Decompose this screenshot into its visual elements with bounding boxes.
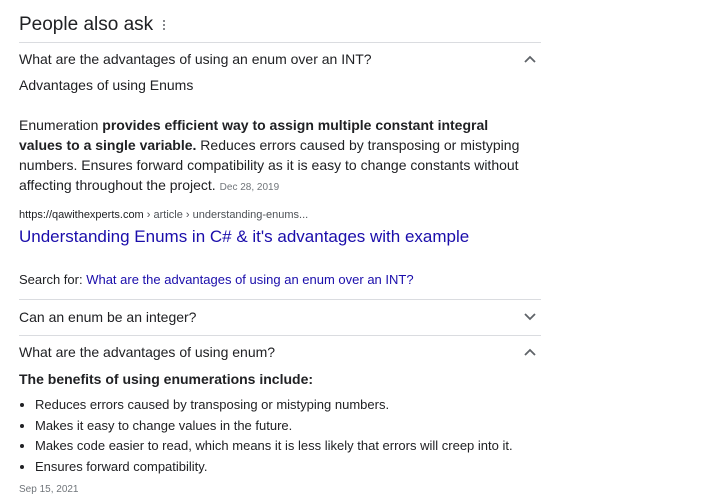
search-for: Search for: What are the advantages of u… <box>19 272 414 287</box>
divider <box>19 299 541 300</box>
answer-heading: Advantages of using Enums <box>19 77 194 93</box>
question-text: What are the advantages of using an enum… <box>19 51 372 67</box>
list-item: Reduces errors caused by transposing or … <box>35 395 540 416</box>
source-domain: https://qawithexperts.com <box>19 209 144 221</box>
result-title-link[interactable]: Understanding Enums in C# & it's advanta… <box>19 227 469 247</box>
question-row-1[interactable]: What are the advantages of using an enum… <box>19 47 541 71</box>
more-vert-icon[interactable] <box>163 20 166 30</box>
section-title: People also ask <box>19 14 154 35</box>
answer-lead: Enumeration <box>19 117 103 133</box>
divider <box>19 42 541 43</box>
source-citation: https://qawithexperts.com › article › un… <box>19 209 308 221</box>
list-item: Makes code easier to read, which means i… <box>35 436 540 457</box>
list-item: Makes it easy to change values in the fu… <box>35 416 540 437</box>
question-text: Can an enum be an integer? <box>19 309 197 325</box>
question-text: What are the advantages of using enum? <box>19 344 276 360</box>
people-also-ask-header: People also ask <box>19 12 166 38</box>
source-breadcrumbs: › article › understanding-enums... <box>143 209 309 221</box>
benefits-list: Reduces errors caused by transposing or … <box>19 395 540 477</box>
answer-date: Dec 28, 2019 <box>219 182 280 193</box>
chevron-up-icon[interactable] <box>523 345 537 359</box>
answer-snippet: Enumeration provides efficient way to as… <box>19 115 524 198</box>
search-for-label: Search for: <box>19 272 87 287</box>
question-row-3[interactable]: What are the advantages of using enum? <box>19 340 541 364</box>
chevron-up-icon[interactable] <box>523 52 537 66</box>
question-row-2[interactable]: Can an enum be an integer? <box>19 305 541 329</box>
answer-heading: The benefits of using enumerations inclu… <box>19 371 314 387</box>
search-for-link[interactable]: What are the advantages of using an enum… <box>86 272 413 287</box>
list-item: Ensures forward compatibility. <box>35 457 540 478</box>
divider <box>19 335 541 336</box>
chevron-down-icon[interactable] <box>523 310 537 324</box>
